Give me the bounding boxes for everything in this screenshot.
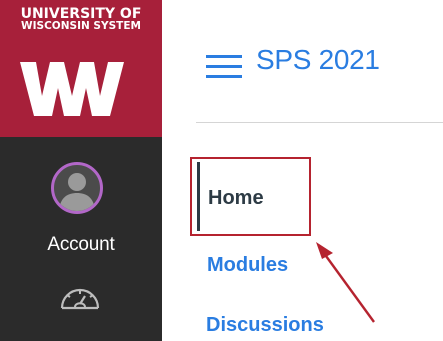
account-label: Account xyxy=(47,234,115,255)
logo-wordmark: UNIVERSITY OF WISCONSIN SYSTEM xyxy=(10,6,152,32)
hamburger-menu-icon xyxy=(206,55,242,78)
dashboard-gauge-icon xyxy=(60,288,100,310)
annotation-highlight-box xyxy=(190,157,311,236)
global-navigation: UNIVERSITY OF WISCONSIN SYSTEM Account xyxy=(0,0,162,341)
uw-logo-mark-icon xyxy=(20,62,124,116)
header-divider xyxy=(196,122,443,123)
course-nav-discussions[interactable]: Discussions xyxy=(206,314,324,337)
global-nav-account[interactable]: Account xyxy=(0,150,162,265)
university-logo[interactable]: UNIVERSITY OF WISCONSIN SYSTEM xyxy=(0,0,162,137)
global-nav-dashboard[interactable] xyxy=(58,278,102,317)
avatar-icon xyxy=(51,162,103,214)
logo-line-2: WISCONSIN SYSTEM xyxy=(21,20,141,32)
course-nav-modules[interactable]: Modules xyxy=(207,254,288,277)
course-title[interactable]: SPS 2021 xyxy=(256,44,380,76)
logo-line-1: UNIVERSITY OF xyxy=(20,6,142,22)
hamburger-menu-button[interactable] xyxy=(206,53,242,86)
